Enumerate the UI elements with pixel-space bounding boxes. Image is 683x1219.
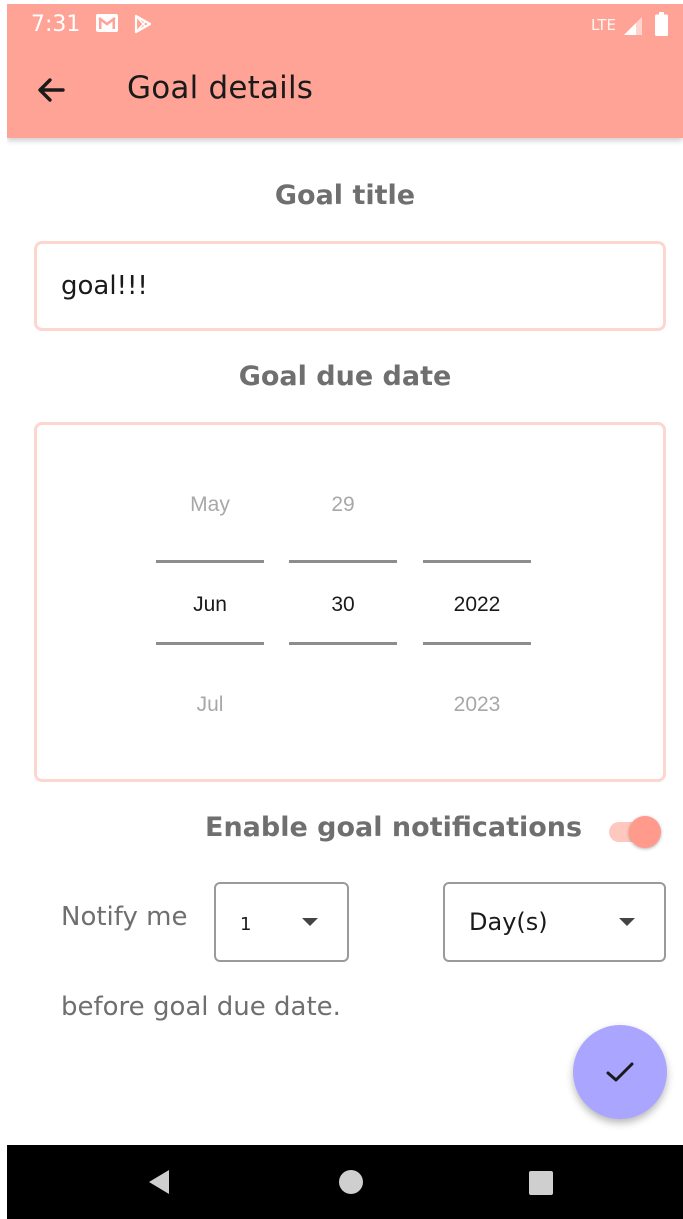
status-time: 7:31 [31, 12, 81, 37]
page-title: Goal details [127, 70, 314, 106]
back-button[interactable] [31, 70, 71, 110]
goal-title-value: goal!!! [61, 271, 148, 301]
dropdown-arrow-icon [619, 918, 635, 926]
status-bar: 7:31 LTE [7, 4, 683, 48]
divider [423, 560, 531, 563]
app-screen: 7:31 LTE Goal details Goal title goal!!!… [7, 4, 683, 1219]
system-nav-bar [7, 1145, 683, 1219]
gmail-icon [96, 14, 118, 32]
back-triangle-icon[interactable] [145, 1167, 175, 1197]
notifications-toggle[interactable] [607, 810, 663, 850]
before-due-date-label: before goal due date. [61, 992, 341, 1022]
arrow-back-icon [38, 78, 65, 102]
check-icon [606, 1062, 634, 1082]
signal-icon [624, 17, 642, 35]
month-selected[interactable]: Jun [156, 593, 264, 617]
goal-title-label: Goal title [274, 180, 416, 211]
year-spinner[interactable]: 2022 2023 [423, 425, 531, 779]
notify-me-label: Notify me [61, 902, 188, 932]
notify-quantity-select[interactable]: 1 [214, 882, 349, 962]
month-prev[interactable]: May [156, 493, 264, 517]
recents-square-icon[interactable] [525, 1167, 555, 1197]
home-circle-icon[interactable] [336, 1167, 366, 1197]
battery-icon [655, 12, 668, 36]
divider [289, 642, 397, 645]
notify-unit-value: Day(s) [469, 908, 548, 936]
toggle-thumb [629, 816, 661, 848]
divider [289, 560, 397, 563]
app-bar: 7:31 LTE Goal details [7, 4, 683, 138]
save-goal-button[interactable] [573, 1025, 667, 1119]
year-selected[interactable]: 2022 [423, 593, 531, 617]
notify-unit-select[interactable]: Day(s) [443, 882, 666, 962]
day-prev[interactable]: 29 [289, 493, 397, 517]
dropdown-arrow-icon [302, 918, 318, 926]
goal-due-date-label: Goal due date [238, 361, 452, 392]
month-next[interactable]: Jul [156, 693, 264, 717]
goal-title-input[interactable]: goal!!! [34, 241, 666, 331]
day-selected[interactable]: 30 [289, 593, 397, 617]
divider [156, 642, 264, 645]
play-store-icon [134, 14, 152, 34]
month-spinner[interactable]: May Jun Jul [156, 425, 264, 779]
divider [423, 642, 531, 645]
date-picker: May Jun Jul 29 30 2022 2023 [34, 422, 666, 782]
network-type: LTE [591, 16, 616, 34]
enable-notifications-label: Enable goal notifications [205, 812, 583, 843]
day-spinner[interactable]: 29 30 [289, 425, 397, 779]
year-next[interactable]: 2023 [423, 693, 531, 717]
notify-quantity-value: 1 [240, 914, 252, 935]
divider [156, 560, 264, 563]
